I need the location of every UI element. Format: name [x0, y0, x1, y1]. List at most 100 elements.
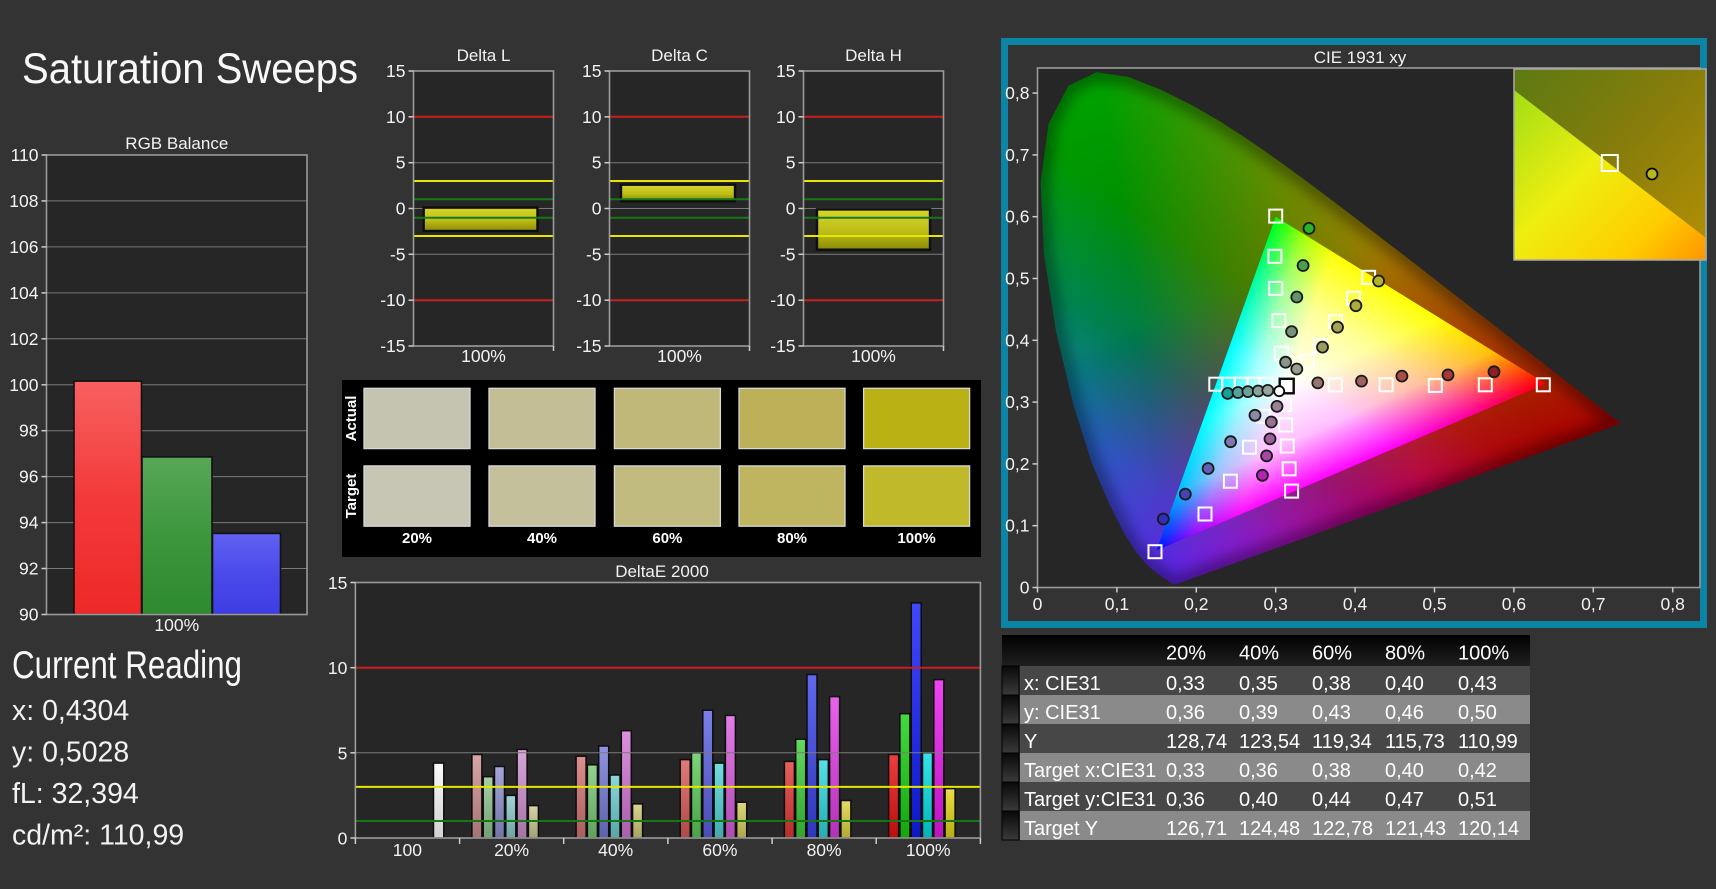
svg-text:98: 98 [19, 421, 38, 441]
svg-text:5: 5 [396, 153, 406, 173]
svg-text:102: 102 [9, 329, 38, 349]
svg-text:0,44: 0,44 [1312, 789, 1351, 811]
svg-text:15: 15 [776, 61, 795, 81]
svg-text:119,34: 119,34 [1312, 731, 1372, 753]
svg-text:-15: -15 [770, 336, 795, 356]
svg-text:0: 0 [786, 199, 796, 219]
svg-text:0,40: 0,40 [1385, 673, 1424, 695]
svg-text:0,8: 0,8 [1005, 83, 1029, 103]
svg-text:80%: 80% [777, 530, 807, 547]
svg-text:40%: 40% [1239, 643, 1279, 665]
svg-text:110,99: 110,99 [1458, 731, 1518, 753]
svg-text:0: 0 [1020, 578, 1030, 598]
svg-text:100%: 100% [851, 346, 896, 366]
svg-text:0: 0 [1033, 594, 1043, 614]
svg-text:0,40: 0,40 [1239, 789, 1278, 811]
svg-text:0,6: 0,6 [1502, 594, 1526, 614]
svg-text:0,5: 0,5 [1005, 269, 1029, 289]
svg-text:0,3: 0,3 [1264, 594, 1288, 614]
svg-text:123,54: 123,54 [1239, 731, 1300, 753]
svg-text:0,3: 0,3 [1005, 392, 1029, 412]
svg-text:0,5: 0,5 [1422, 594, 1446, 614]
svg-text:-5: -5 [780, 244, 796, 264]
svg-text:0,2: 0,2 [1005, 454, 1029, 474]
svg-text:92: 92 [19, 559, 38, 579]
svg-text:5: 5 [592, 153, 602, 173]
svg-text:0,33: 0,33 [1166, 673, 1205, 695]
svg-text:40%: 40% [598, 840, 633, 860]
svg-text:0,38: 0,38 [1312, 760, 1351, 782]
svg-text:Current Reading: Current Reading [12, 644, 242, 687]
svg-text:100: 100 [393, 840, 422, 860]
svg-text:x: CIE31: x: CIE31 [1024, 673, 1101, 695]
svg-text:DeltaE 2000: DeltaE 2000 [615, 562, 709, 581]
svg-text:-10: -10 [380, 290, 406, 310]
svg-text:Delta L: Delta L [457, 46, 511, 65]
svg-text:90: 90 [19, 605, 39, 625]
svg-text:Saturation Sweeps: Saturation Sweeps [22, 45, 358, 93]
svg-text:cd/m²: 110,99: cd/m²: 110,99 [12, 820, 184, 852]
svg-text:Y: Y [1024, 731, 1037, 753]
svg-text:100%: 100% [657, 346, 702, 366]
svg-text:121,43: 121,43 [1385, 818, 1446, 840]
svg-text:0,4: 0,4 [1343, 594, 1368, 614]
svg-text:10: 10 [776, 107, 796, 127]
svg-text:Target x:CIE31: Target x:CIE31 [1024, 760, 1156, 782]
svg-text:0,7: 0,7 [1581, 594, 1605, 614]
svg-text:10: 10 [386, 107, 406, 127]
svg-text:10: 10 [328, 658, 348, 678]
svg-text:0,40: 0,40 [1385, 760, 1424, 782]
svg-text:0,7: 0,7 [1005, 145, 1029, 165]
svg-text:115,73: 115,73 [1385, 731, 1445, 753]
svg-text:Delta H: Delta H [845, 46, 902, 65]
svg-text:-15: -15 [380, 336, 405, 356]
svg-text:0,51: 0,51 [1458, 789, 1497, 811]
svg-text:0,8: 0,8 [1661, 594, 1685, 614]
svg-text:0,36: 0,36 [1166, 702, 1205, 724]
svg-text:106: 106 [9, 237, 38, 257]
svg-text:CIE 1931 xy: CIE 1931 xy [1314, 48, 1407, 67]
svg-text:60%: 60% [652, 530, 682, 547]
svg-text:0,39: 0,39 [1239, 702, 1278, 724]
svg-text:10: 10 [582, 107, 602, 127]
svg-text:0: 0 [396, 199, 406, 219]
svg-text:100%: 100% [897, 530, 935, 547]
svg-text:x: 0,4304: x: 0,4304 [12, 695, 129, 727]
svg-text:0,4: 0,4 [1005, 330, 1030, 350]
svg-text:15: 15 [386, 61, 405, 81]
svg-text:Delta C: Delta C [651, 46, 708, 65]
svg-text:0,38: 0,38 [1312, 673, 1351, 695]
svg-text:60%: 60% [702, 840, 737, 860]
svg-text:0,1: 0,1 [1005, 516, 1029, 536]
svg-text:5: 5 [786, 153, 796, 173]
svg-text:0,50: 0,50 [1458, 702, 1497, 724]
svg-text:Target y:CIE31: Target y:CIE31 [1024, 789, 1156, 811]
svg-text:126,71: 126,71 [1166, 818, 1227, 840]
svg-text:0,36: 0,36 [1239, 760, 1278, 782]
svg-text:y: CIE31: y: CIE31 [1024, 702, 1101, 724]
svg-text:100%: 100% [1458, 643, 1509, 665]
svg-text:122,78: 122,78 [1312, 818, 1373, 840]
svg-text:RGB Balance: RGB Balance [125, 134, 228, 153]
svg-text:104: 104 [9, 283, 38, 303]
svg-text:0: 0 [592, 199, 602, 219]
svg-text:0,46: 0,46 [1385, 702, 1424, 724]
svg-text:0,1: 0,1 [1105, 594, 1129, 614]
svg-text:124,48: 124,48 [1239, 818, 1300, 840]
svg-text:100%: 100% [906, 840, 951, 860]
svg-text:100: 100 [9, 375, 38, 395]
svg-text:40%: 40% [527, 530, 557, 547]
svg-text:5: 5 [338, 743, 348, 763]
svg-text:108: 108 [9, 191, 38, 211]
svg-text:100%: 100% [461, 346, 506, 366]
svg-text:15: 15 [328, 573, 347, 593]
svg-text:-15: -15 [576, 336, 601, 356]
svg-text:-5: -5 [390, 244, 406, 264]
svg-text:-10: -10 [770, 290, 796, 310]
svg-text:y: 0,5028: y: 0,5028 [12, 737, 129, 769]
svg-text:60%: 60% [1312, 643, 1352, 665]
svg-text:-5: -5 [586, 244, 602, 264]
svg-text:80%: 80% [807, 840, 842, 860]
svg-text:0,36: 0,36 [1166, 789, 1205, 811]
svg-text:0,6: 0,6 [1005, 207, 1029, 227]
